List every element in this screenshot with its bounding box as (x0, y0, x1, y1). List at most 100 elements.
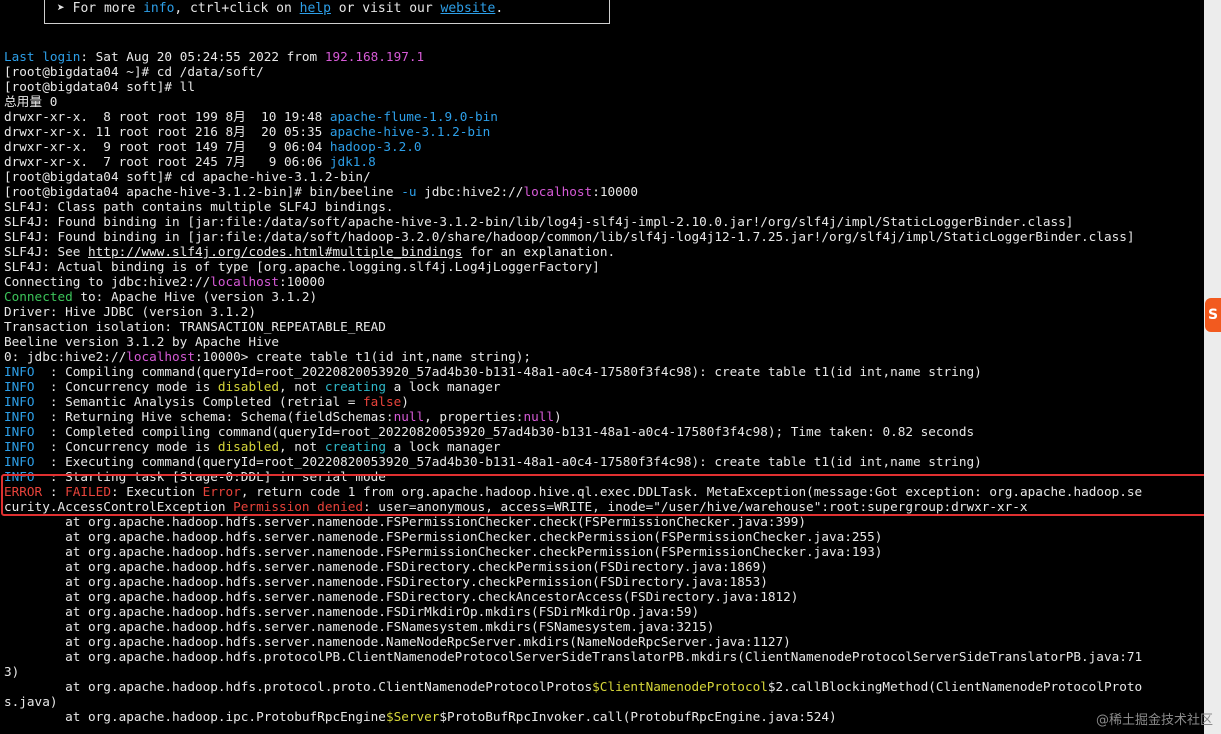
terminal-text: Beeline version 3.1.2 by Apache Hive (4, 334, 279, 349)
terminal-text: : Execution (110, 484, 203, 499)
terminal-text: SLF4J: Found binding in [jar:file:/data/… (4, 229, 1135, 244)
terminal-text: :10000 (592, 184, 639, 199)
terminal-text: 3) (4, 664, 20, 679)
terminal-line: at org.apache.hadoop.hdfs.server.namenod… (4, 574, 768, 589)
terminal-text: ) (554, 409, 562, 424)
terminal-text: drwxr-xr-x. 9 root root 149 7月 9 06:04 (4, 139, 330, 154)
terminal-text: for an explanation. (462, 244, 616, 259)
terminal-line: 0: jdbc:hive2://localhost:10000> create … (4, 349, 531, 364)
terminal-text: drwxr-xr-x. 7 root root 245 7月 9 06:06 (4, 154, 330, 169)
terminal-output[interactable]: ➤ For more info, ctrl+click on help or v… (4, 0, 1204, 734)
terminal-text: at org.apache.hadoop.hdfs.server.namenod… (4, 589, 799, 604)
terminal-text: :10000 (279, 274, 325, 289)
terminal-text: at org.apache.hadoop.hdfs.server.namenod… (4, 634, 791, 649)
terminal-text: INFO (4, 454, 43, 469)
terminal-line: [root@bigdata04 apache-hive-3.1.2-bin]# … (4, 184, 638, 199)
terminal-text: , return code 1 from org.apache.hadoop.h… (240, 484, 1143, 499)
terminal-text: localhost (126, 349, 195, 364)
help-link[interactable]: help (300, 1, 331, 16)
terminal-text: INFO (4, 364, 43, 379)
terminal-text: at org.apache.hadoop.hdfs.server.namenod… (4, 604, 700, 619)
terminal-text: drwxr-xr-x. 11 root root 216 8月 20 05:35 (4, 124, 330, 139)
terminal-text: Last login (4, 49, 81, 64)
terminal-line: at org.apache.hadoop.ipc.ProtobufRpcEngi… (4, 709, 837, 724)
terminal-text: Transaction isolation: TRANSACTION_REPEA… (4, 319, 386, 334)
terminal-text: at org.apache.hadoop.hdfs.server.namenod… (4, 559, 768, 574)
terminal-text: : Executing command(queryId=root_2022082… (42, 454, 982, 469)
terminal-text: $ClientNamenodeProtocol (592, 679, 768, 694)
terminal-text: , properties: (424, 409, 524, 424)
terminal-line: INFO : Executing command(queryId=root_20… (4, 454, 982, 469)
terminal-text: : Completed compiling command(queryId=ro… (42, 424, 975, 439)
terminal-text: a lock manager (385, 379, 501, 394)
terminal-text: -u (401, 184, 417, 199)
terminal-line: at org.apache.hadoop.hdfs.server.namenod… (4, 634, 791, 649)
terminal-text: : Compiling command(queryId=root_2022082… (42, 364, 982, 379)
terminal-text: to: Apache Hive (version 3.1.2) (72, 289, 318, 304)
terminal-text: INFO (4, 379, 43, 394)
terminal-line: at org.apache.hadoop.hdfs.server.namenod… (4, 529, 882, 544)
info-link[interactable]: info (143, 1, 174, 16)
terminal-line: Connected to: Apache Hive (version 3.1.2… (4, 289, 317, 304)
terminal-line: at org.apache.hadoop.hdfs.server.namenod… (4, 619, 714, 634)
terminal-text: : (42, 484, 66, 499)
terminal-line: drwxr-xr-x. 11 root root 216 8月 20 05:35… (4, 124, 490, 139)
terminal-line: Driver: Hive JDBC (version 3.1.2) (4, 304, 256, 319)
terminal-line: Connecting to jdbc:hive2://localhost:100… (4, 274, 325, 289)
terminal-text: Connecting to jdbc:hive2:// (4, 274, 211, 289)
terminal-text: , not (279, 379, 325, 394)
terminal-text: INFO (4, 424, 43, 439)
terminal-text: SLF4J: Found binding in [jar:file:/data/… (4, 214, 1074, 229)
terminal-line: at org.apache.hadoop.hdfs.server.namenod… (4, 544, 882, 559)
terminal-text: Permission denied (233, 499, 364, 514)
terminal-text: apache-hive-3.1.2-bin (329, 124, 491, 139)
terminal-text: disabled (217, 439, 279, 454)
terminal-text: jdbc:hive2:// (416, 184, 524, 199)
terminal-text: SLF4J: Actual binding is of type [org.ap… (4, 259, 600, 274)
terminal-text: [root@bigdata04 soft]# cd apache-hive-3.… (4, 169, 371, 184)
terminal-line: drwxr-xr-x. 9 root root 149 7月 9 06:04 h… (4, 139, 422, 154)
terminal-text: ERROR (4, 484, 43, 499)
scrollbar[interactable] (1204, 0, 1221, 734)
terminal-text: localhost (210, 274, 279, 289)
terminal-text: [root@bigdata04 apache-hive-3.1.2-bin]# … (4, 184, 402, 199)
terminal-text: at org.apache.hadoop.hdfs.server.namenod… (4, 514, 807, 529)
terminal-text: : Returning Hive schema: Schema(fieldSch… (42, 409, 394, 424)
floating-badge[interactable]: S (1205, 298, 1221, 332)
terminal-text: 0: jdbc:hive2:// (4, 349, 127, 364)
terminal-line: 3) (4, 664, 19, 679)
terminal-line: at org.apache.hadoop.hdfs.server.namenod… (4, 589, 798, 604)
terminal-text: : Semantic Analysis Completed (retrial = (42, 394, 364, 409)
terminal-line: ERROR : FAILED: Execution Error, return … (4, 484, 1142, 499)
terminal-text: : user=anonymous, access=WRITE, inode="/… (363, 499, 1028, 514)
terminal-text: INFO (4, 394, 43, 409)
terminal-text: Connected (4, 289, 73, 304)
terminal-line: INFO : Compiling command(queryId=root_20… (4, 364, 982, 379)
terminal-text: INFO (4, 469, 43, 484)
terminal-line: INFO : Concurrency mode is disabled, not… (4, 379, 501, 394)
terminal-line: [root@bigdata04 soft]# cd apache-hive-3.… (4, 169, 371, 184)
terminal-text: creating (324, 379, 386, 394)
terminal-text: a lock manager (385, 439, 501, 454)
terminal-line: curity.AccessControlException Permission… (4, 499, 1028, 514)
terminal-line: at org.apache.hadoop.hdfs.server.namenod… (4, 604, 699, 619)
terminal-text: SLF4J: Class path contains multiple SLF4… (4, 199, 394, 214)
terminal-line: INFO : Completed compiling command(query… (4, 424, 974, 439)
terminal-text: SLF4J: See (4, 244, 89, 259)
terminal-text: ) (401, 394, 409, 409)
terminal-text: at org.apache.hadoop.hdfs.server.namenod… (4, 529, 883, 544)
terminal-text: $ProtoBufRpcInvoker.call(ProtobufRpcEngi… (439, 709, 837, 724)
terminal-text: : Sat Aug 20 05:24:55 2022 from (80, 49, 325, 64)
watermark: @稀土掘金技术社区 (1095, 713, 1213, 728)
terminal-text: at org.apache.hadoop.hdfs.server.namenod… (4, 574, 768, 589)
terminal-text: s.java) (4, 694, 58, 709)
welcome-banner: ➤ For more info, ctrl+click on help or v… (44, 0, 610, 24)
website-link[interactable]: website (441, 1, 496, 16)
terminal-line: at org.apache.hadoop.hdfs.protocolPB.Cli… (4, 649, 1142, 664)
terminal-text: http://www.slf4j.org/codes.html#multiple… (88, 244, 463, 259)
terminal-line: INFO : Starting task [Stage-0:DDL] in se… (4, 469, 386, 484)
terminal-text: Error (202, 484, 241, 499)
terminal-text: at org.apache.hadoop.hdfs.protocol.proto… (4, 679, 593, 694)
terminal-line: 总用量 0 (4, 94, 57, 109)
terminal-line: at org.apache.hadoop.hdfs.protocol.proto… (4, 679, 1142, 694)
